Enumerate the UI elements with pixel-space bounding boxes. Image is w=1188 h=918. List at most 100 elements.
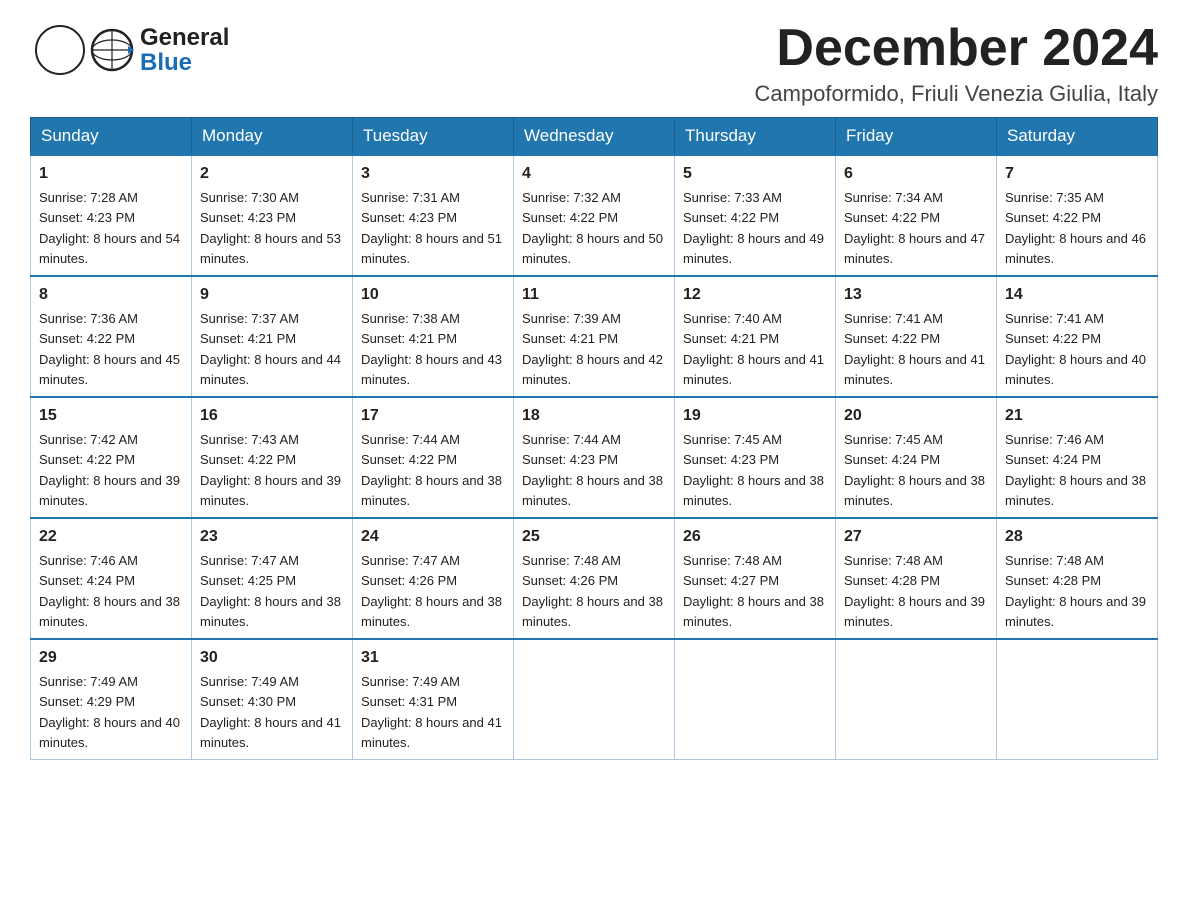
day-info: Sunrise: 7:31 AMSunset: 4:23 PMDaylight:… bbox=[361, 190, 502, 266]
day-info: Sunrise: 7:48 AMSunset: 4:28 PMDaylight:… bbox=[1005, 553, 1146, 629]
logo-wordmark: General Blue bbox=[90, 25, 229, 75]
day-info: Sunrise: 7:36 AMSunset: 4:22 PMDaylight:… bbox=[39, 311, 180, 387]
logo-icon bbox=[30, 20, 90, 80]
day-info: Sunrise: 7:41 AMSunset: 4:22 PMDaylight:… bbox=[844, 311, 985, 387]
calendar-cell bbox=[997, 639, 1158, 760]
day-number: 29 bbox=[39, 646, 183, 670]
day-number: 28 bbox=[1005, 525, 1149, 549]
day-info: Sunrise: 7:42 AMSunset: 4:22 PMDaylight:… bbox=[39, 432, 180, 508]
logo: General Blue bbox=[30, 20, 229, 80]
day-info: Sunrise: 7:43 AMSunset: 4:22 PMDaylight:… bbox=[200, 432, 341, 508]
day-number: 2 bbox=[200, 162, 344, 186]
day-info: Sunrise: 7:28 AMSunset: 4:23 PMDaylight:… bbox=[39, 190, 180, 266]
calendar-cell: 19 Sunrise: 7:45 AMSunset: 4:23 PMDaylig… bbox=[675, 397, 836, 518]
day-info: Sunrise: 7:49 AMSunset: 4:29 PMDaylight:… bbox=[39, 674, 180, 750]
day-info: Sunrise: 7:35 AMSunset: 4:22 PMDaylight:… bbox=[1005, 190, 1146, 266]
day-number: 14 bbox=[1005, 283, 1149, 307]
day-info: Sunrise: 7:47 AMSunset: 4:25 PMDaylight:… bbox=[200, 553, 341, 629]
calendar-cell bbox=[836, 639, 997, 760]
header-monday: Monday bbox=[192, 118, 353, 156]
day-info: Sunrise: 7:46 AMSunset: 4:24 PMDaylight:… bbox=[1005, 432, 1146, 508]
day-number: 25 bbox=[522, 525, 666, 549]
header-thursday: Thursday bbox=[675, 118, 836, 156]
calendar-cell bbox=[514, 639, 675, 760]
day-info: Sunrise: 7:49 AMSunset: 4:30 PMDaylight:… bbox=[200, 674, 341, 750]
logo-general-text: General bbox=[140, 25, 229, 50]
calendar-cell: 5 Sunrise: 7:33 AMSunset: 4:22 PMDayligh… bbox=[675, 155, 836, 276]
week-row-3: 15 Sunrise: 7:42 AMSunset: 4:22 PMDaylig… bbox=[31, 397, 1158, 518]
day-number: 12 bbox=[683, 283, 827, 307]
calendar-cell: 31 Sunrise: 7:49 AMSunset: 4:31 PMDaylig… bbox=[353, 639, 514, 760]
day-number: 26 bbox=[683, 525, 827, 549]
calendar-cell: 27 Sunrise: 7:48 AMSunset: 4:28 PMDaylig… bbox=[836, 518, 997, 639]
day-info: Sunrise: 7:37 AMSunset: 4:21 PMDaylight:… bbox=[200, 311, 341, 387]
week-row-5: 29 Sunrise: 7:49 AMSunset: 4:29 PMDaylig… bbox=[31, 639, 1158, 760]
day-info: Sunrise: 7:32 AMSunset: 4:22 PMDaylight:… bbox=[522, 190, 663, 266]
calendar-cell: 25 Sunrise: 7:48 AMSunset: 4:26 PMDaylig… bbox=[514, 518, 675, 639]
day-info: Sunrise: 7:39 AMSunset: 4:21 PMDaylight:… bbox=[522, 311, 663, 387]
calendar-table: SundayMondayTuesdayWednesdayThursdayFrid… bbox=[30, 117, 1158, 760]
header-tuesday: Tuesday bbox=[353, 118, 514, 156]
day-number: 15 bbox=[39, 404, 183, 428]
page-title: December 2024 bbox=[755, 20, 1159, 77]
day-number: 11 bbox=[522, 283, 666, 307]
week-row-4: 22 Sunrise: 7:46 AMSunset: 4:24 PMDaylig… bbox=[31, 518, 1158, 639]
day-number: 9 bbox=[200, 283, 344, 307]
calendar-cell: 17 Sunrise: 7:44 AMSunset: 4:22 PMDaylig… bbox=[353, 397, 514, 518]
day-number: 10 bbox=[361, 283, 505, 307]
header-sunday: Sunday bbox=[31, 118, 192, 156]
calendar-cell: 10 Sunrise: 7:38 AMSunset: 4:21 PMDaylig… bbox=[353, 276, 514, 397]
header-saturday: Saturday bbox=[997, 118, 1158, 156]
calendar-cell: 18 Sunrise: 7:44 AMSunset: 4:23 PMDaylig… bbox=[514, 397, 675, 518]
day-info: Sunrise: 7:46 AMSunset: 4:24 PMDaylight:… bbox=[39, 553, 180, 629]
day-info: Sunrise: 7:44 AMSunset: 4:23 PMDaylight:… bbox=[522, 432, 663, 508]
day-number: 31 bbox=[361, 646, 505, 670]
page-subtitle: Campoformido, Friuli Venezia Giulia, Ita… bbox=[755, 81, 1159, 107]
day-info: Sunrise: 7:33 AMSunset: 4:22 PMDaylight:… bbox=[683, 190, 824, 266]
day-info: Sunrise: 7:47 AMSunset: 4:26 PMDaylight:… bbox=[361, 553, 502, 629]
day-info: Sunrise: 7:30 AMSunset: 4:23 PMDaylight:… bbox=[200, 190, 341, 266]
calendar-header-row: SundayMondayTuesdayWednesdayThursdayFrid… bbox=[31, 118, 1158, 156]
calendar-cell: 11 Sunrise: 7:39 AMSunset: 4:21 PMDaylig… bbox=[514, 276, 675, 397]
calendar-cell: 14 Sunrise: 7:41 AMSunset: 4:22 PMDaylig… bbox=[997, 276, 1158, 397]
day-number: 20 bbox=[844, 404, 988, 428]
day-number: 6 bbox=[844, 162, 988, 186]
day-number: 21 bbox=[1005, 404, 1149, 428]
day-info: Sunrise: 7:49 AMSunset: 4:31 PMDaylight:… bbox=[361, 674, 502, 750]
calendar-cell: 28 Sunrise: 7:48 AMSunset: 4:28 PMDaylig… bbox=[997, 518, 1158, 639]
day-number: 24 bbox=[361, 525, 505, 549]
day-info: Sunrise: 7:41 AMSunset: 4:22 PMDaylight:… bbox=[1005, 311, 1146, 387]
day-info: Sunrise: 7:44 AMSunset: 4:22 PMDaylight:… bbox=[361, 432, 502, 508]
header-friday: Friday bbox=[836, 118, 997, 156]
day-number: 7 bbox=[1005, 162, 1149, 186]
calendar-cell: 2 Sunrise: 7:30 AMSunset: 4:23 PMDayligh… bbox=[192, 155, 353, 276]
logo-g-icon bbox=[90, 28, 134, 72]
title-block: December 2024 Campoformido, Friuli Venez… bbox=[755, 20, 1159, 107]
day-info: Sunrise: 7:38 AMSunset: 4:21 PMDaylight:… bbox=[361, 311, 502, 387]
day-info: Sunrise: 7:48 AMSunset: 4:28 PMDaylight:… bbox=[844, 553, 985, 629]
calendar-cell: 16 Sunrise: 7:43 AMSunset: 4:22 PMDaylig… bbox=[192, 397, 353, 518]
day-info: Sunrise: 7:48 AMSunset: 4:26 PMDaylight:… bbox=[522, 553, 663, 629]
day-number: 27 bbox=[844, 525, 988, 549]
calendar-cell: 29 Sunrise: 7:49 AMSunset: 4:29 PMDaylig… bbox=[31, 639, 192, 760]
day-number: 1 bbox=[39, 162, 183, 186]
calendar-cell: 23 Sunrise: 7:47 AMSunset: 4:25 PMDaylig… bbox=[192, 518, 353, 639]
day-number: 3 bbox=[361, 162, 505, 186]
day-number: 8 bbox=[39, 283, 183, 307]
day-number: 19 bbox=[683, 404, 827, 428]
day-number: 23 bbox=[200, 525, 344, 549]
calendar-cell: 9 Sunrise: 7:37 AMSunset: 4:21 PMDayligh… bbox=[192, 276, 353, 397]
calendar-cell: 30 Sunrise: 7:49 AMSunset: 4:30 PMDaylig… bbox=[192, 639, 353, 760]
day-number: 16 bbox=[200, 404, 344, 428]
week-row-1: 1 Sunrise: 7:28 AMSunset: 4:23 PMDayligh… bbox=[31, 155, 1158, 276]
calendar-cell: 1 Sunrise: 7:28 AMSunset: 4:23 PMDayligh… bbox=[31, 155, 192, 276]
calendar-cell: 22 Sunrise: 7:46 AMSunset: 4:24 PMDaylig… bbox=[31, 518, 192, 639]
day-number: 30 bbox=[200, 646, 344, 670]
day-info: Sunrise: 7:48 AMSunset: 4:27 PMDaylight:… bbox=[683, 553, 824, 629]
calendar-cell: 21 Sunrise: 7:46 AMSunset: 4:24 PMDaylig… bbox=[997, 397, 1158, 518]
calendar-cell: 24 Sunrise: 7:47 AMSunset: 4:26 PMDaylig… bbox=[353, 518, 514, 639]
day-info: Sunrise: 7:45 AMSunset: 4:23 PMDaylight:… bbox=[683, 432, 824, 508]
calendar-cell: 12 Sunrise: 7:40 AMSunset: 4:21 PMDaylig… bbox=[675, 276, 836, 397]
logo-blue-text: Blue bbox=[140, 50, 229, 75]
day-info: Sunrise: 7:45 AMSunset: 4:24 PMDaylight:… bbox=[844, 432, 985, 508]
